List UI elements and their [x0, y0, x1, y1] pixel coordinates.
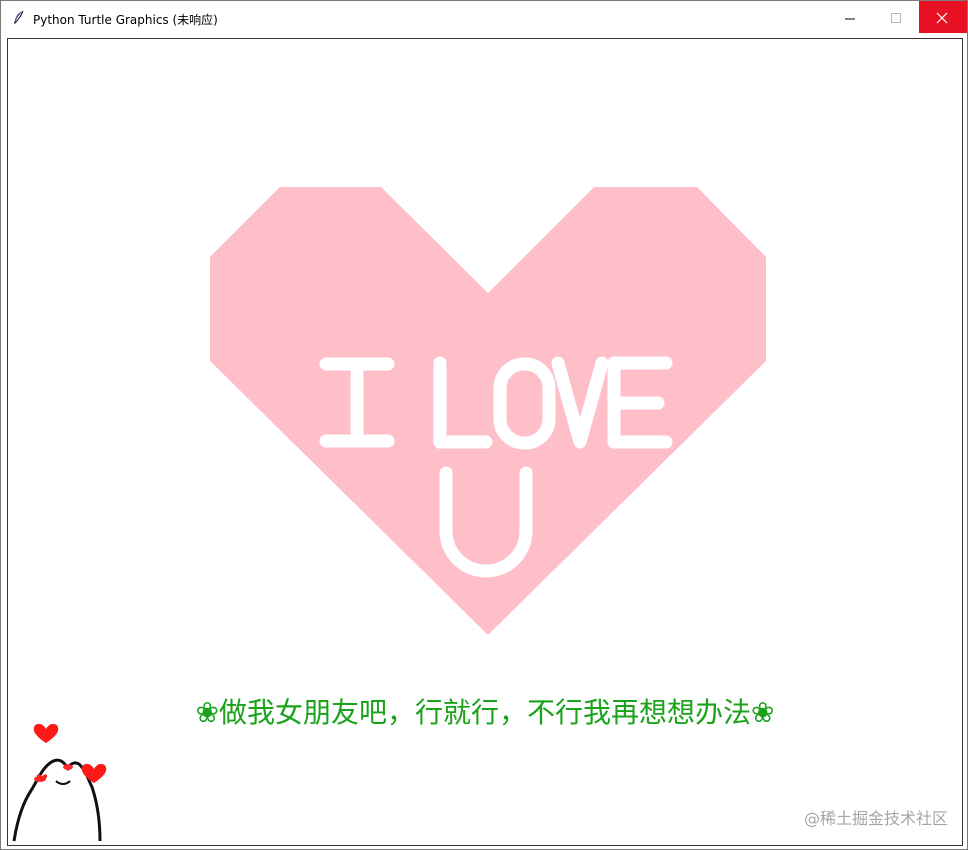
maximize-button[interactable] [873, 1, 919, 33]
caption-text: ❀做我女朋友吧，行就行，不行我再想想办法❀ [195, 696, 775, 729]
minimize-button[interactable] [827, 1, 873, 33]
maximize-icon [891, 13, 901, 23]
watermark: @稀土掘金技术社区 [803, 809, 948, 828]
close-button[interactable] [919, 1, 967, 33]
feather-icon [11, 10, 27, 26]
mascot-sticker [12, 723, 107, 842]
minimize-icon [845, 18, 855, 20]
turtle-canvas[interactable]: ❀做我女朋友吧，行就行，不行我再想想办法❀ @稀土掘金技术社区 [7, 38, 963, 846]
heart-icon [33, 723, 59, 743]
title-bar[interactable]: Python Turtle Graphics (未响应) [1, 1, 967, 35]
turtle-window: Python Turtle Graphics (未响应) ❀做我女朋友吧，行就行… [0, 0, 968, 850]
window-title: Python Turtle Graphics (未响应) [33, 13, 218, 27]
close-icon [936, 12, 948, 24]
